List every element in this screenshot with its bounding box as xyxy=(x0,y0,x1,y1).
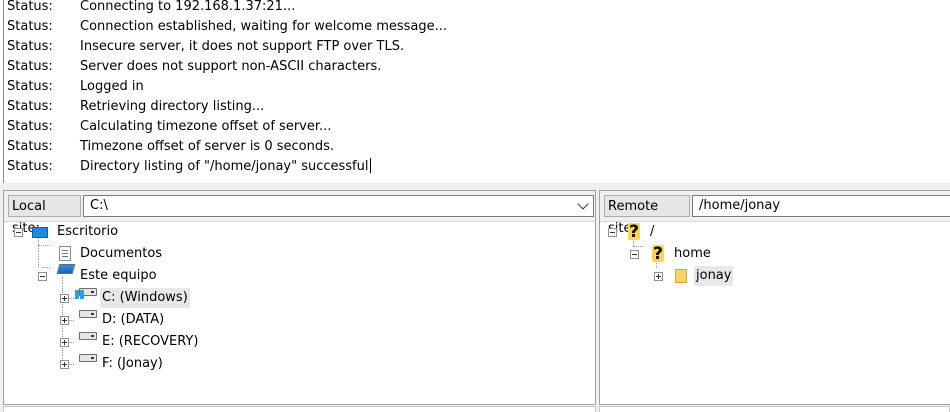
log-row: Status: Directory listing of "/home/jonay… xyxy=(7,158,371,174)
document-icon xyxy=(59,246,71,261)
drive-icon xyxy=(75,288,97,299)
drive-icon xyxy=(79,354,97,362)
expand-toggle[interactable] xyxy=(60,360,69,369)
message-log[interactable]: Status: Connecting to 192.168.1.37:21... … xyxy=(0,0,950,183)
tree-item-documentos[interactable]: Documentos xyxy=(80,244,162,264)
tree-item-drive-c[interactable]: C: (Windows) xyxy=(100,288,190,308)
log-row: Status: Calculating timezone offset of se… xyxy=(7,119,332,134)
remote-site-label: Remote site: xyxy=(604,195,690,236)
local-site-bar: Local site: C:\ xyxy=(4,191,595,236)
splitter-edge xyxy=(0,0,4,183)
text-caret xyxy=(369,158,371,173)
computer-icon xyxy=(56,264,76,274)
expand-toggle[interactable] xyxy=(60,316,69,325)
drive-icon xyxy=(79,310,97,318)
remote-path-input[interactable]: /home/jonay xyxy=(692,195,950,217)
tree-item-drive-f[interactable]: F: (Jonay) xyxy=(102,354,163,374)
tree-item-escritorio[interactable]: Escritorio xyxy=(57,222,118,242)
log-row: Status: Connecting to 192.168.1.37:21... xyxy=(7,0,296,14)
tree-item-drive-d[interactable]: D: (DATA) xyxy=(102,310,164,330)
expand-toggle[interactable] xyxy=(60,294,69,303)
remote-site-pane: Remote site: /home/jonay ? / ? home jona… xyxy=(599,190,950,405)
tree-connector xyxy=(633,246,643,247)
tree-item-home[interactable]: home xyxy=(674,244,711,264)
windows-logo-icon xyxy=(75,290,84,299)
log-row: Status: Retrieving directory listing... xyxy=(7,99,265,114)
tree-connector xyxy=(38,245,50,246)
log-row: Status: Timezone offset of server is 0 se… xyxy=(7,139,335,154)
tree-item-root[interactable]: / xyxy=(650,222,654,242)
chevron-down-icon[interactable] xyxy=(577,198,589,210)
log-row: Status: Connection established, waiting f… xyxy=(7,19,448,34)
remote-file-list-edge xyxy=(599,406,950,412)
local-site-label: Local site: xyxy=(8,195,81,236)
question-icon: ? xyxy=(652,244,664,264)
expand-toggle[interactable] xyxy=(654,272,663,281)
local-file-list-edge xyxy=(3,406,596,412)
log-row: Status: Server does not support non-ASCII… xyxy=(7,59,382,74)
folder-icon xyxy=(675,269,687,283)
collapse-toggle[interactable] xyxy=(38,272,47,281)
local-path-combobox[interactable]: C:\ xyxy=(83,195,594,217)
tree-item-drive-e[interactable]: E: (RECOVERY) xyxy=(102,332,198,352)
collapse-toggle[interactable] xyxy=(630,250,639,259)
collapse-toggle[interactable] xyxy=(14,228,23,237)
tree-item-este-equipo[interactable]: Este equipo xyxy=(80,266,157,286)
log-row: Status: Logged in xyxy=(7,79,144,94)
question-icon: ? xyxy=(628,222,640,242)
drive-icon xyxy=(79,332,97,340)
local-site-pane: Local site: C:\ Escritorio Documentos Es… xyxy=(3,190,596,405)
collapse-toggle[interactable] xyxy=(608,228,617,237)
remote-path-value: /home/jonay xyxy=(699,198,781,213)
remote-site-bar: Remote site: /home/jonay xyxy=(600,191,950,236)
local-path-value: C:\ xyxy=(90,198,108,213)
desktop-icon xyxy=(32,227,48,238)
log-row: Status: Insecure server, it does not supp… xyxy=(7,39,405,54)
tree-connector xyxy=(42,267,50,268)
remote-directory-tree[interactable]: ? / ? home jonay xyxy=(600,222,950,404)
expand-toggle[interactable] xyxy=(60,338,69,347)
local-directory-tree[interactable]: Escritorio Documentos Este equipo C: (Wi… xyxy=(4,222,595,404)
tree-item-jonay[interactable]: jonay xyxy=(694,266,734,286)
